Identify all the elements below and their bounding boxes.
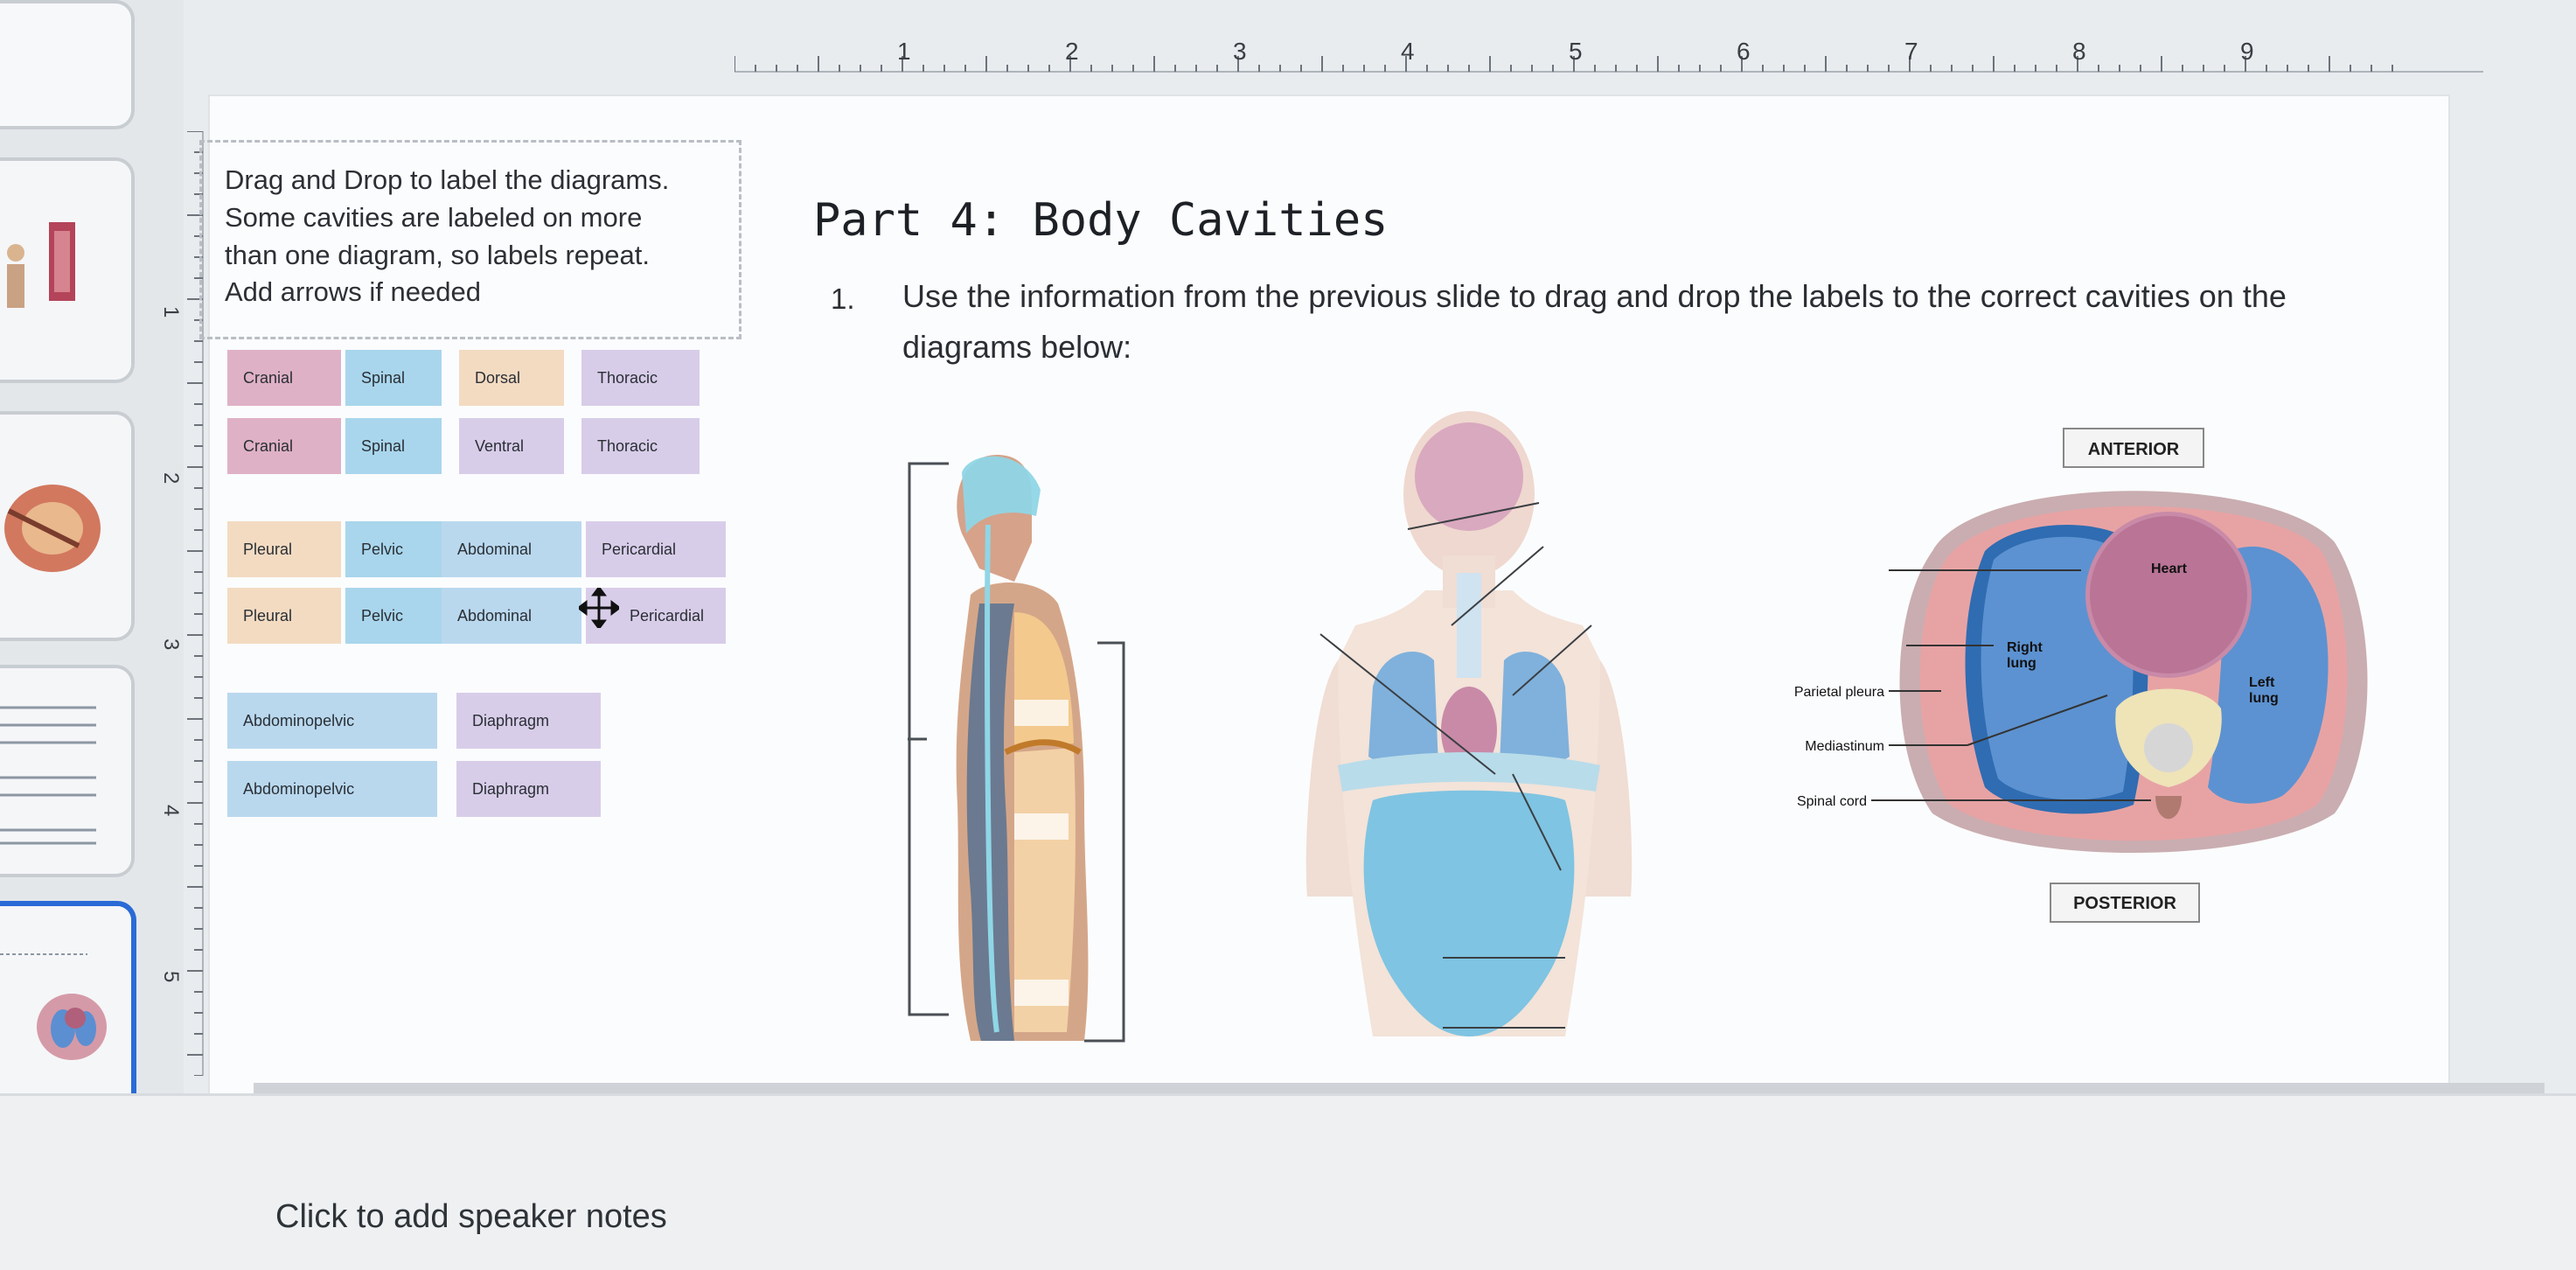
move-cursor-icon (579, 588, 619, 628)
slide-thumbnail-3[interactable] (0, 411, 135, 641)
instruction-text-box[interactable]: Drag and Drop to label the diagrams. Som… (199, 140, 741, 339)
ruler-label: 3 (1233, 38, 1247, 65)
ruler-label: 9 (2240, 38, 2254, 65)
horizontal-ruler: 1 2 3 4 5 6 7 8 9 (735, 38, 2483, 73)
ruler-label: 1 (163, 306, 183, 318)
instruction-line: than one diagram, so labels repeat. (225, 239, 650, 270)
anterior-body-diagram[interactable] (1285, 407, 1653, 1054)
posterior-label: POSTERIOR (2073, 894, 2176, 913)
thumbnail-anatomy-image (0, 415, 131, 638)
ruler-label: 5 (163, 971, 183, 982)
speaker-notes-placeholder[interactable]: Click to add speaker notes (275, 1198, 667, 1236)
ruler-label: 6 (1737, 38, 1751, 65)
slide-thumbnail-1[interactable] (0, 0, 135, 129)
label-card-diaphragm[interactable]: Diaphragm (456, 693, 601, 749)
instruction-line: Drag and Drop to label the diagrams. (225, 164, 670, 195)
question-text[interactable]: Use the information from the previous sl… (902, 271, 2389, 372)
thumbnail-body-image (0, 161, 131, 380)
speaker-notes-area[interactable] (0, 1093, 2576, 1270)
ruler-label: 2 (1065, 38, 1079, 65)
question-line: diagrams below: (902, 328, 1132, 365)
left-lung-label: Left (2249, 675, 2275, 690)
label-card-abdominopelvic[interactable]: Abdominopelvic (227, 693, 437, 749)
instruction-line: Some cavities are labeled on more (225, 201, 643, 233)
instruction-line: Add arrows if needed (225, 276, 481, 308)
side-view-body-diagram[interactable] (883, 437, 1145, 1067)
thumbnail-cavities-slide (0, 906, 131, 1116)
label-card-pleural[interactable]: Pleural (227, 588, 341, 644)
label-card-abdominopelvic[interactable]: Abdominopelvic (227, 761, 437, 817)
parietal-pleura-label: Parietal pleura (1794, 685, 1884, 700)
label-card-diaphragm[interactable]: Diaphragm (456, 761, 601, 817)
label-card-abdominal[interactable]: Abdominal (442, 588, 581, 644)
label-card-abdominal[interactable]: Abdominal (442, 521, 581, 577)
ruler-label: 3 (163, 638, 183, 650)
label-card-cranial[interactable]: Cranial (227, 418, 341, 474)
heart-label: Heart (2151, 562, 2188, 576)
label-card-pelvic[interactable]: Pelvic (345, 521, 442, 577)
ruler-label: 1 (897, 38, 911, 65)
question-number: 1. (831, 283, 855, 315)
left-lung-label: lung (2249, 691, 2279, 706)
spinal-cord-label: Spinal cord (1797, 794, 1867, 809)
mediastinum-label: Mediastinum (1805, 739, 1884, 754)
ruler-label: 4 (1401, 38, 1415, 65)
slide-title[interactable]: Part 4: Body Cavities (813, 194, 1388, 247)
thoracic-cross-section-diagram[interactable]: ANTERIOR Heart Right lung Left lung Pari… (1731, 420, 2413, 927)
ruler-label: 7 (1904, 38, 1918, 65)
question-line: Use the information from the previous sl… (902, 278, 2287, 314)
anterior-label: ANTERIOR (2088, 440, 2180, 459)
label-card-ventral[interactable]: Ventral (459, 418, 564, 474)
label-card-pericardial[interactable]: Pericardial (586, 521, 726, 577)
label-card-spinal[interactable]: Spinal (345, 418, 442, 474)
right-lung-label: lung (2007, 656, 2036, 671)
label-card-spinal[interactable]: Spinal (345, 350, 442, 406)
label-card-cranial[interactable]: Cranial (227, 350, 341, 406)
ruler-label: 8 (2072, 38, 2086, 65)
ruler-label: 4 (163, 805, 183, 816)
ruler-label: 2 (163, 472, 183, 484)
label-card-thoracic[interactable]: Thoracic (581, 418, 700, 474)
label-card-pleural[interactable]: Pleural (227, 521, 341, 577)
slide-thumbnail-4[interactable] (0, 665, 135, 877)
label-card-pelvic[interactable]: Pelvic (345, 588, 442, 644)
thumbnail-text-slide (0, 668, 131, 874)
label-card-dorsal[interactable]: Dorsal (459, 350, 564, 406)
slide-thumbnail-panel (0, 0, 184, 1128)
slide-thumbnail-5-selected[interactable] (0, 901, 136, 1121)
label-card-thoracic[interactable]: Thoracic (581, 350, 700, 406)
slide-thumbnail-2[interactable] (0, 157, 135, 383)
ruler-label: 5 (1569, 38, 1583, 65)
right-lung-label: Right (2007, 640, 2043, 655)
